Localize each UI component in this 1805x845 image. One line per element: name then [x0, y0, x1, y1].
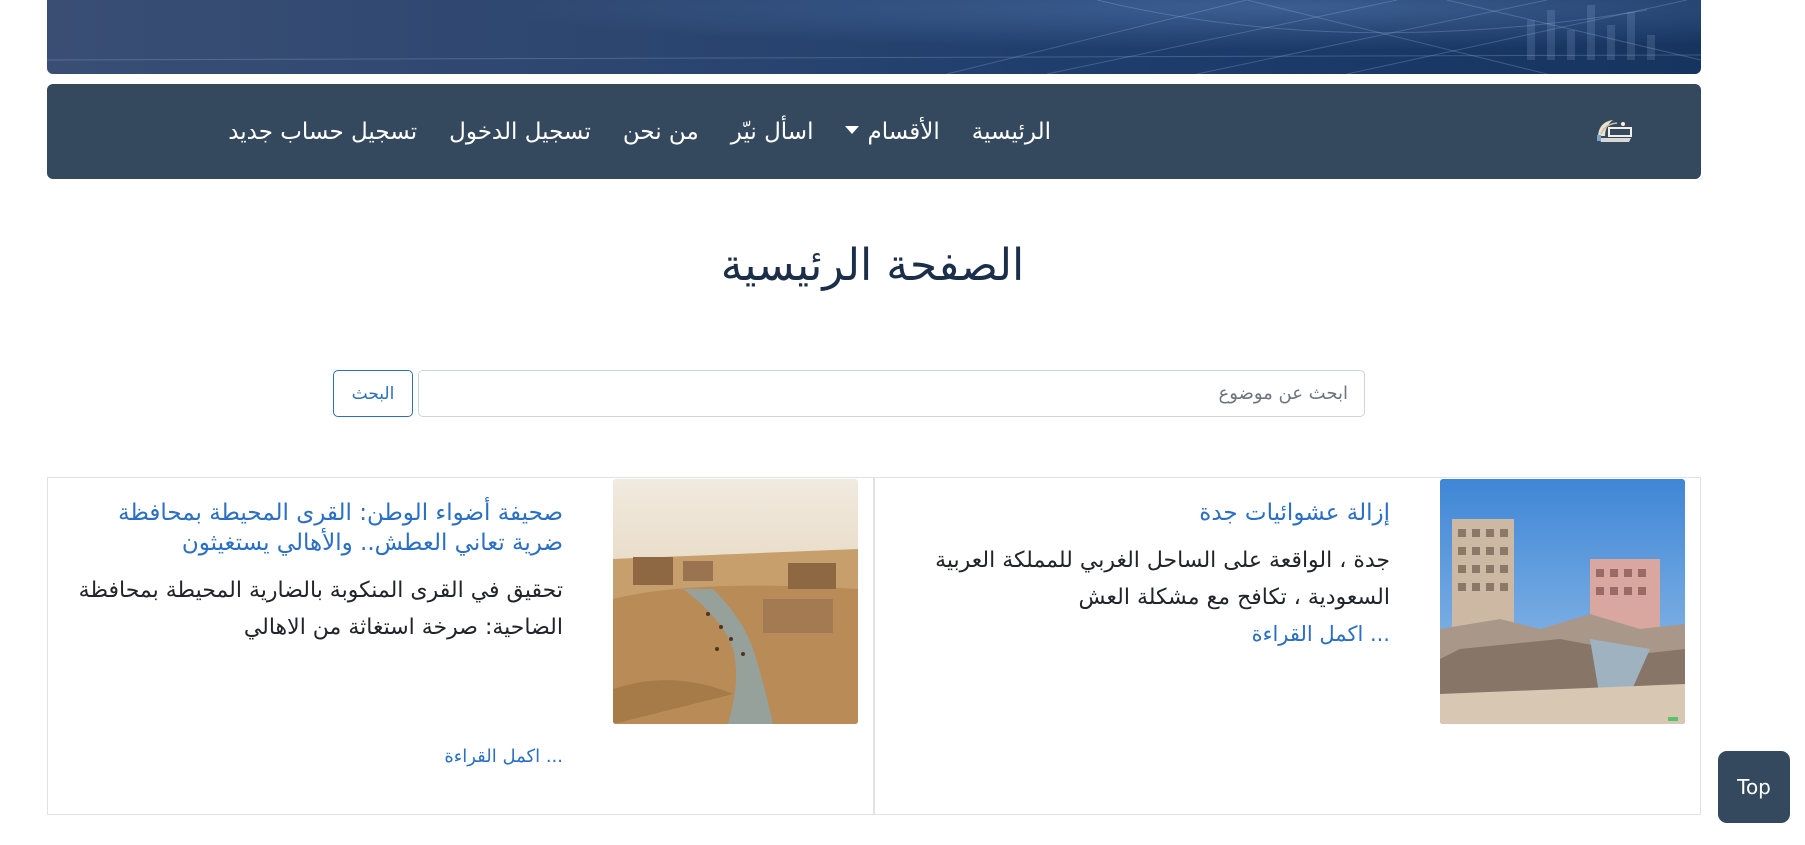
search-input[interactable] [418, 370, 1365, 417]
nav-item-login-label: تسجيل الدخول [449, 118, 591, 145]
nav-item-about-label: من نحن [622, 118, 699, 145]
nav-item-register-label: تسجيل حساب جديد [228, 118, 418, 145]
nav-item-register[interactable]: تسجيل حساب جديد [228, 119, 417, 145]
page-title: الصفحة الرئيسية [720, 240, 1025, 291]
nav-item-ask[interactable]: اسأل نيّر [731, 119, 814, 145]
article-thumbnail [613, 479, 858, 724]
article-body: صحيفة أضواء الوطن: القرى المحيطة بمحافظة… [73, 498, 563, 646]
banner-graphic [47, 0, 1701, 74]
back-to-top-button[interactable]: Top [1718, 751, 1790, 823]
nav-item-sections-dropdown[interactable]: الأقسام [845, 118, 940, 145]
logo-icon [1597, 120, 1632, 142]
article-excerpt: تحقيق في القرى المنكوبة بالضارية المحيطة… [78, 578, 563, 640]
nav-item-home[interactable]: الرئيسية [972, 119, 1051, 145]
article-title[interactable]: إزالة عشوائيات جدة [900, 498, 1390, 528]
read-more-link[interactable]: ... اكمل القراءة [900, 616, 1390, 652]
search-button[interactable]: البحث [333, 370, 413, 417]
header-banner [47, 0, 1701, 74]
nav-item-home-label: الرئيسية [971, 118, 1051, 145]
article-excerpt: جدة ، الواقعة على الساحل الغربي للمملكة … [935, 548, 1390, 610]
read-more-link[interactable]: ... اكمل القراءة [444, 746, 563, 767]
article-card: إزالة عشوائيات جدة جدة ، الواقعة على الس… [874, 477, 1701, 815]
article-body: إزالة عشوائيات جدة جدة ، الواقعة على الس… [900, 498, 1390, 652]
article-card: صحيفة أضواء الوطن: القرى المحيطة بمحافظة… [47, 477, 874, 815]
nav-links: الرئيسية الأقسام اسأل نيّر من نحن تسجيل … [196, 84, 1051, 179]
nav-item-login[interactable]: تسجيل الدخول [449, 119, 591, 145]
article-image-desert[interactable] [613, 479, 858, 724]
article-image-slums[interactable] [1440, 479, 1685, 724]
site-logo[interactable] [1595, 114, 1635, 148]
article-title[interactable]: صحيفة أضواء الوطن: القرى المحيطة بمحافظة… [73, 498, 563, 558]
main-navbar: الرئيسية الأقسام اسأل نيّر من نحن تسجيل … [47, 84, 1701, 179]
caret-down-icon [845, 125, 860, 134]
article-thumbnail [1440, 479, 1685, 724]
nav-item-ask-label: اسأل نيّر [730, 118, 814, 145]
nav-item-sections-label: الأقسام [867, 118, 940, 145]
nav-item-about[interactable]: من نحن [623, 119, 699, 145]
